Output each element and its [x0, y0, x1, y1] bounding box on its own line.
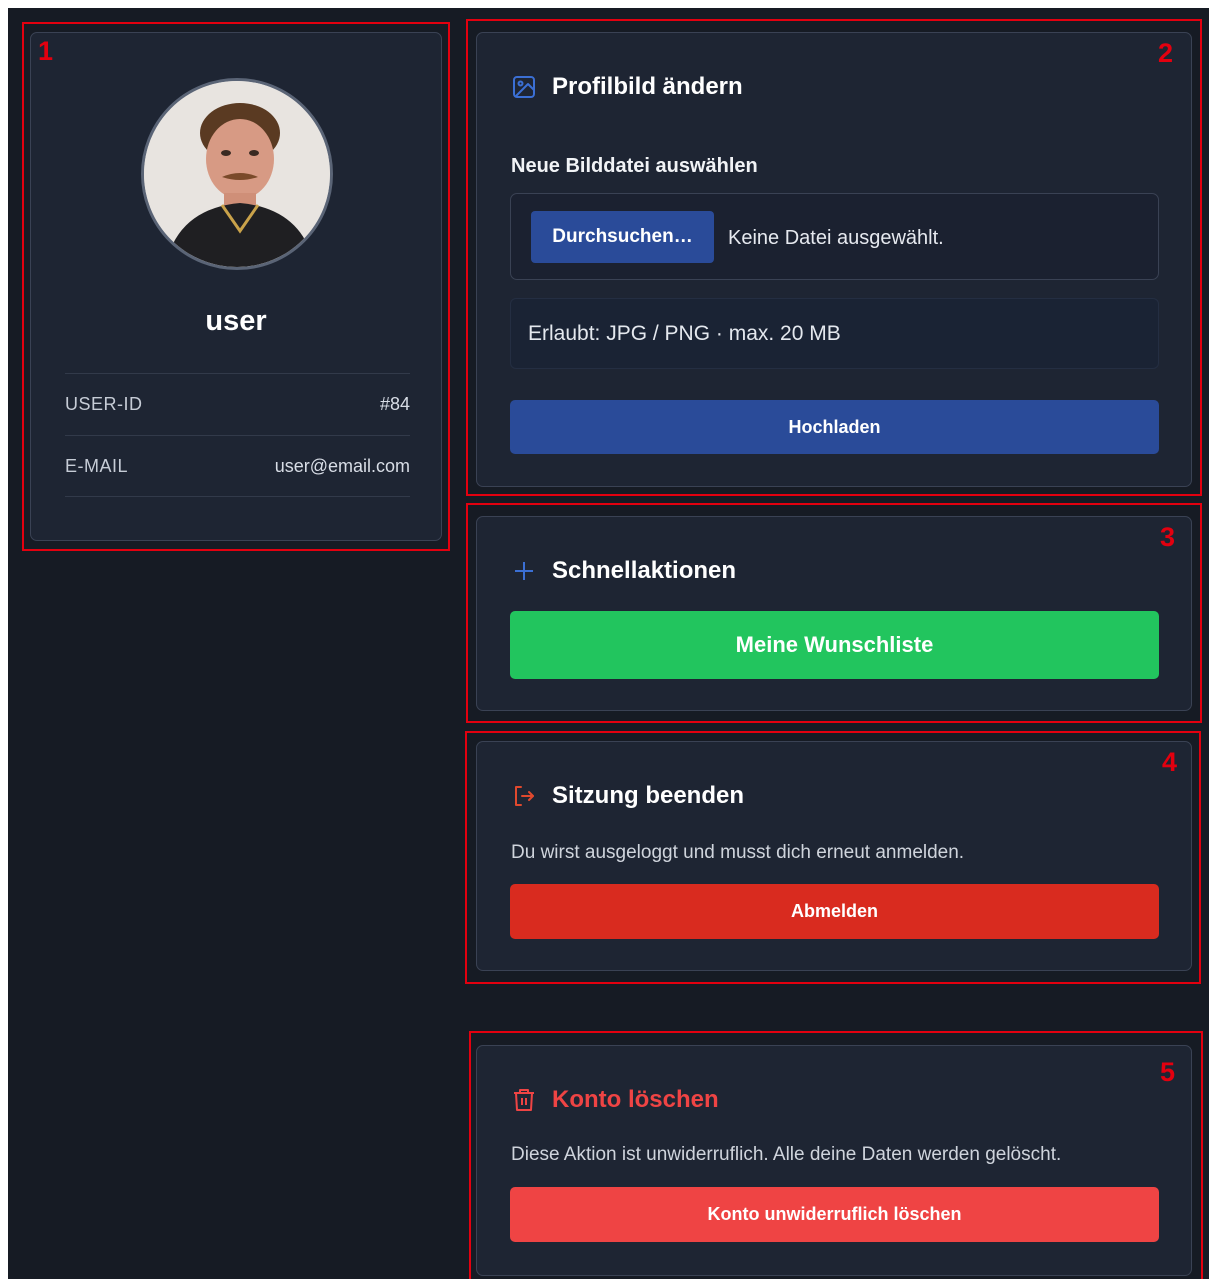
username: user: [205, 305, 267, 337]
annotation-label-3: 3: [1160, 522, 1176, 552]
image-icon: [511, 74, 537, 100]
upload-card: Profilbild ändern Neue Bilddatei auswähl…: [476, 32, 1192, 487]
email-value: user@email.com: [274, 455, 410, 476]
quick-actions-title-text: Schnellaktionen: [552, 557, 737, 584]
annotation-label-4: 4: [1162, 747, 1178, 777]
session-title-text: Sitzung beenden: [552, 782, 744, 809]
file-label: Neue Bilddatei auswählen: [511, 155, 758, 177]
plus-icon: [511, 558, 537, 584]
delete-description: Diese Aktion ist unwiderruflich. Alle de…: [511, 1144, 1062, 1165]
user-id-label: USER-ID: [65, 394, 143, 414]
annotation-label-1: 1: [38, 36, 54, 66]
delete-title-text: Konto löschen: [552, 1086, 719, 1113]
session-description: Du wirst ausgeloggt und musst dich erneu…: [511, 842, 965, 863]
wishlist-button[interactable]: Meine Wunschliste: [510, 611, 1159, 679]
browse-button[interactable]: Durchsuchen…: [531, 211, 714, 263]
file-input[interactable]: Durchsuchen… Keine Datei ausgewählt.: [510, 193, 1159, 280]
quick-actions-card: Schnellaktionen Meine Wunschliste: [476, 516, 1192, 711]
upload-title-text: Profilbild ändern: [552, 73, 743, 100]
session-card: Sitzung beenden Du wirst ausgeloggt und …: [476, 741, 1192, 971]
user-id-value: #84: [379, 394, 410, 414]
email-label: E-MAIL: [65, 455, 129, 476]
delete-account-button[interactable]: Konto unwiderruflich löschen: [510, 1187, 1159, 1242]
delete-title: Konto löschen: [511, 1086, 719, 1114]
profile-card: user USER-ID #84 E-MAIL user@email.com: [30, 32, 442, 541]
annotation-label-2: 2: [1158, 38, 1174, 68]
logout-icon: [511, 783, 537, 809]
delete-account-card: Konto löschen Diese Aktion ist unwiderru…: [476, 1045, 1192, 1276]
logout-button[interactable]: Abmelden: [510, 884, 1159, 939]
trash-icon: [511, 1087, 537, 1113]
email-row: E-MAIL user@email.com: [65, 435, 410, 497]
user-id-row: USER-ID #84: [65, 373, 410, 435]
file-hint: Erlaubt: JPG / PNG · max. 20 MB: [510, 298, 1159, 369]
session-title: Sitzung beenden: [511, 782, 744, 810]
quick-actions-title: Schnellaktionen: [511, 557, 736, 585]
file-status: Keine Datei ausgewählt.: [728, 227, 944, 249]
upload-title: Profilbild ändern: [511, 73, 743, 101]
avatar: [141, 78, 333, 270]
upload-button[interactable]: Hochladen: [510, 400, 1159, 454]
annotation-label-5: 5: [1160, 1057, 1176, 1087]
